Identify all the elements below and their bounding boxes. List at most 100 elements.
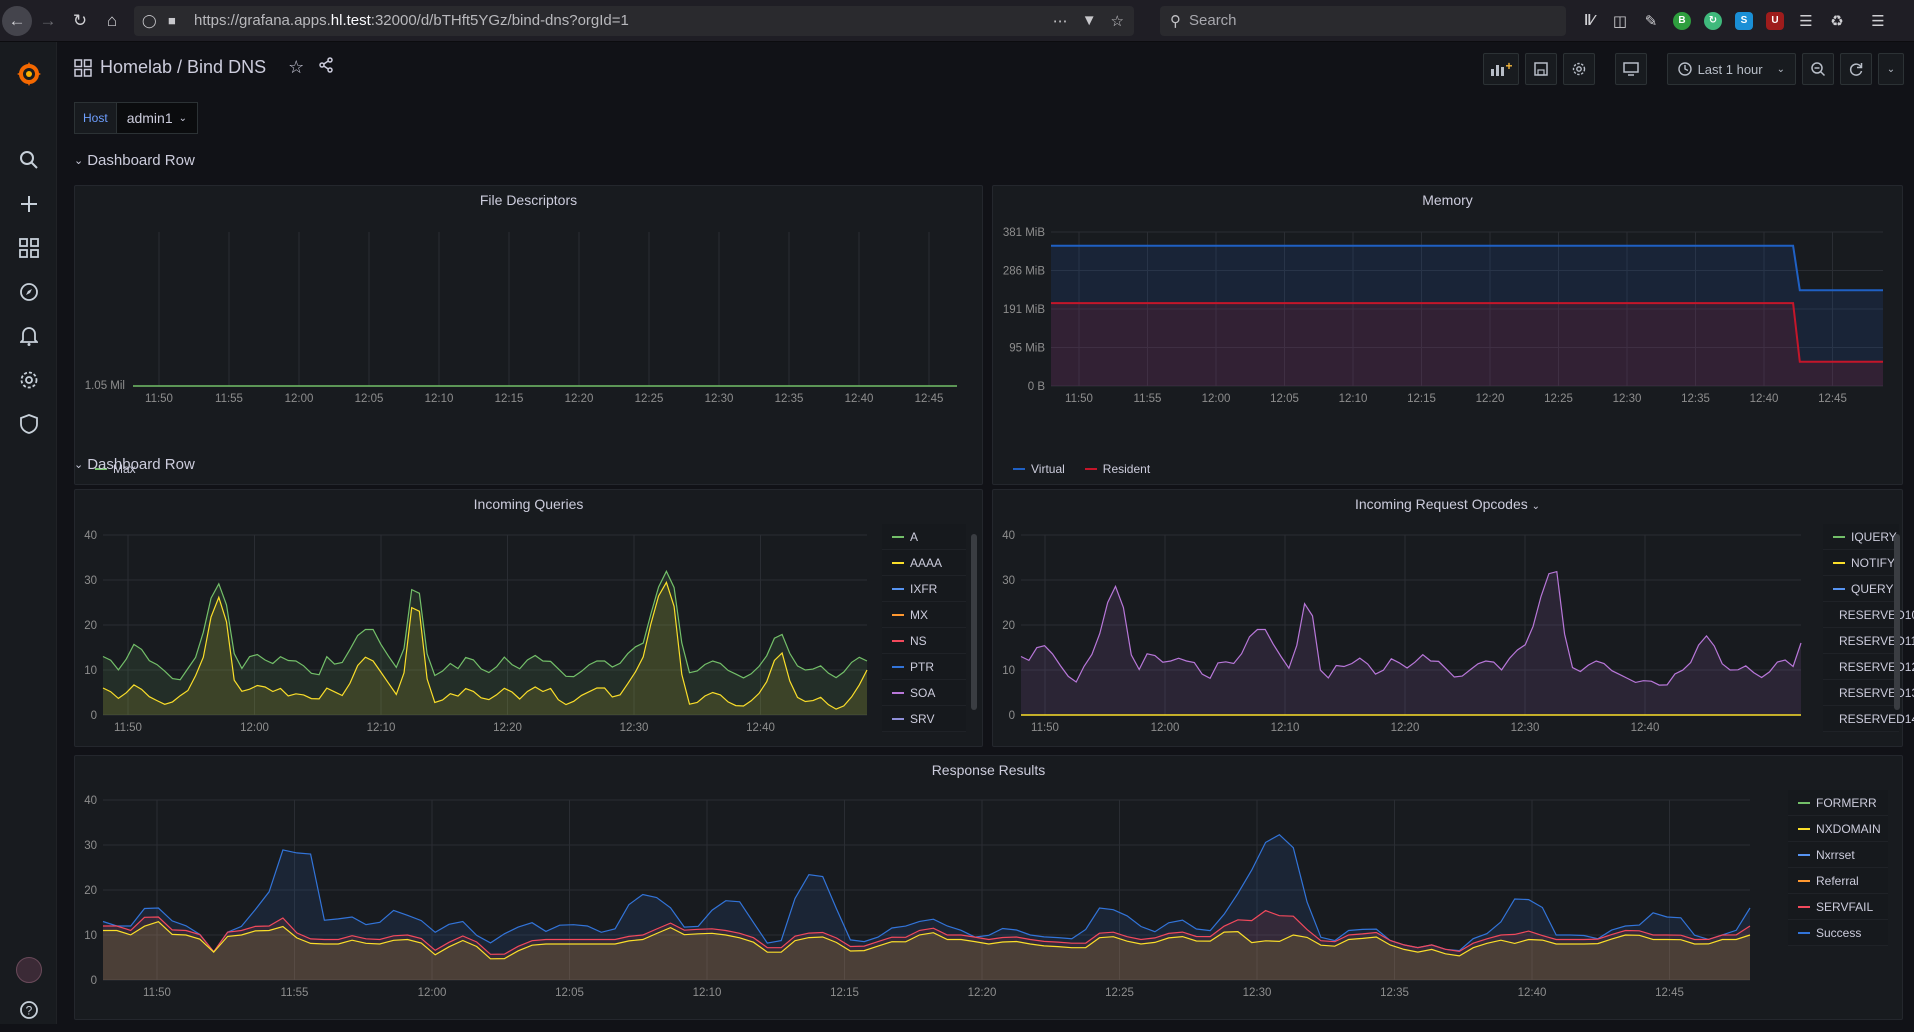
legend-label: SOA <box>910 685 936 700</box>
refresh-button[interactable] <box>1840 53 1872 85</box>
legend-label: RESERVED10 <box>1839 607 1914 622</box>
legend-item-a[interactable]: A <box>882 524 966 550</box>
menu-icon[interactable]: ☰ <box>1869 12 1887 30</box>
legend-item-aaaa[interactable]: AAAA <box>882 550 966 576</box>
legend-swatch <box>1798 827 1810 830</box>
legend-item-formerr[interactable]: FORMERR <box>1788 790 1888 816</box>
legend-scrollbar[interactable] <box>971 534 977 710</box>
chevron-down-icon: ⌄ <box>74 155 84 167</box>
breadcrumb[interactable]: Homelab / Bind DNS <box>100 57 266 78</box>
pocket-icon[interactable]: ▼ <box>1082 12 1097 30</box>
dashboard-settings-button[interactable] <box>1562 53 1595 85</box>
memory-chart[interactable]: 381 MiB 286 MiB 191 MiB 95 MiB 0 B 11:50 11:55… <box>993 186 1904 486</box>
y-tick-label: 30 <box>84 840 97 852</box>
url-bar[interactable]: ◯ ■ https://grafana.apps.hl.test:32000/d… <box>134 5 1134 36</box>
legend-item-referral[interactable]: Referral <box>1788 868 1888 894</box>
legend-scrollbar[interactable] <box>1894 534 1900 710</box>
incoming-request-opcodes-chart[interactable]: 40 30 20 10 0 11:50 12:00 12:10 12:20 12:30 12:40 <box>993 490 1904 748</box>
host-variable-value: admin1 <box>126 110 173 126</box>
help-icon[interactable]: ? <box>0 988 57 1032</box>
legend-item-success[interactable]: Success <box>1788 920 1888 946</box>
forward-icon[interactable]: → <box>32 5 64 37</box>
back-icon[interactable]: ← <box>2 5 32 36</box>
clock-icon <box>1677 62 1692 76</box>
configuration-gear-icon[interactable] <box>0 358 57 402</box>
extension-s-icon[interactable]: S <box>1735 11 1753 30</box>
library-icon[interactable]: ‖⁄ <box>1580 12 1598 30</box>
x-tick-label: 11:55 <box>281 987 309 999</box>
legend-swatch <box>1798 879 1810 882</box>
legend-label: MX <box>910 607 928 622</box>
alerting-bell-icon[interactable] <box>0 314 57 358</box>
extension-car-icon[interactable]: ♻ <box>1828 12 1846 30</box>
user-avatar[interactable] <box>0 948 57 992</box>
server-admin-shield-icon[interactable] <box>0 402 57 446</box>
dashboards-icon[interactable] <box>0 226 57 270</box>
x-tick-label: 11:55 <box>1134 393 1162 405</box>
legend-label: NOTIFY <box>1851 555 1895 570</box>
time-range-label: Last 1 hour <box>1697 61 1763 77</box>
zoom-out-button[interactable] <box>1802 53 1834 85</box>
response-results-chart[interactable]: 40 30 20 10 0 11:50 11:55 12:00 12:05 12:10 12:15 1… <box>75 756 1904 1021</box>
legend-item-ixfr[interactable]: IXFR <box>882 576 966 602</box>
page-actions-icon[interactable]: ⋯ <box>1053 12 1068 30</box>
shield-icon: ◯ <box>142 12 157 28</box>
y-tick-label: 10 <box>1002 665 1015 677</box>
legend-item-ns[interactable]: NS <box>882 628 966 654</box>
legend-item-srv[interactable]: SRV <box>882 706 966 732</box>
add-panel-button[interactable]: + <box>1482 53 1519 85</box>
legend-item-reserved13[interactable]: RESERVED13 <box>1823 680 1914 706</box>
legend-swatch <box>892 613 904 616</box>
save-dashboard-button[interactable] <box>1524 53 1557 85</box>
x-tick-label: 12:15 <box>830 987 859 999</box>
legend-item-reserved14[interactable]: RESERVED14 <box>1823 706 1914 732</box>
legend-swatch <box>1798 905 1810 908</box>
star-icon[interactable]: ☆ <box>288 57 304 78</box>
refresh-interval-dropdown[interactable]: ⌄ <box>1878 53 1904 85</box>
legend-item-ptr[interactable]: PTR <box>882 654 966 680</box>
legend-label: IXFR <box>910 581 938 596</box>
x-tick-label: 12:00 <box>1202 393 1231 405</box>
legend-item-resident[interactable]: Resident <box>1084 462 1150 476</box>
row-header[interactable]: ⌄ Dashboard Row <box>74 152 195 169</box>
legend-swatch <box>1833 535 1845 538</box>
sidebar-toggle-icon[interactable]: ◫ <box>1611 12 1629 30</box>
y-tick-label: 1.05 Mil <box>85 380 125 392</box>
host-variable-select[interactable]: admin1 ⌄ <box>116 102 198 134</box>
legend-item-query[interactable]: QUERY <box>1823 576 1899 602</box>
legend-item-reserved10[interactable]: RESERVED10 <box>1823 602 1914 628</box>
legend-item-iquery[interactable]: IQUERY <box>1823 524 1899 550</box>
legend-item-reserved12[interactable]: RESERVED12 <box>1823 654 1914 680</box>
cycle-view-mode-button[interactable] <box>1614 53 1647 85</box>
y-tick-label: 40 <box>1002 530 1015 542</box>
time-picker-button[interactable]: Last 1 hour ⌄ <box>1666 53 1796 85</box>
explore-compass-icon[interactable] <box>0 270 57 314</box>
extension-bars-icon[interactable]: ☰ <box>1797 12 1815 30</box>
browser-search-input[interactable]: ⚲ Search <box>1160 5 1566 36</box>
legend-item-nxrrset[interactable]: Nxrrset <box>1788 842 1888 868</box>
y-tick-label: 40 <box>84 795 97 807</box>
legend-item-reserved11[interactable]: RESERVED11 <box>1823 628 1914 654</box>
bookmark-star-icon[interactable]: ☆ <box>1111 12 1124 30</box>
legend-item-nxdomain[interactable]: NXDOMAIN <box>1788 816 1888 842</box>
incoming-queries-chart[interactable]: 40 30 20 10 0 11:50 12:00 12:10 12:20 12:30 12:40 <box>75 490 984 748</box>
extension-sync-icon[interactable]: ↻ <box>1704 11 1722 30</box>
legend-item-notify[interactable]: NOTIFY <box>1823 550 1899 576</box>
file-descriptors-chart[interactable]: 11:50 11:55 12:00 12:05 12:10 12:15 12:20 12:25… <box>75 186 984 486</box>
legend-item-mx[interactable]: MX <box>882 602 966 628</box>
plus-icon[interactable] <box>0 182 57 226</box>
ublock-icon[interactable]: U <box>1766 11 1784 30</box>
share-icon[interactable] <box>318 57 334 78</box>
row-header[interactable]: ⌄ Dashboard Row <box>74 456 195 473</box>
legend-item-servfail[interactable]: SERVFAIL <box>1788 894 1888 920</box>
extension-b-icon[interactable]: B <box>1673 11 1691 30</box>
grafana-logo-icon[interactable] <box>0 52 57 96</box>
home-icon[interactable]: ⌂ <box>96 5 128 37</box>
search-icon[interactable] <box>0 138 57 182</box>
reload-icon[interactable]: ↻ <box>64 5 96 37</box>
legend-swatch <box>892 691 904 694</box>
legend-item-virtual[interactable]: Virtual <box>1013 462 1065 476</box>
search-placeholder: Search <box>1189 12 1237 29</box>
legend-item-soa[interactable]: SOA <box>882 680 966 706</box>
extension-pen-icon[interactable]: ✎ <box>1642 12 1660 30</box>
